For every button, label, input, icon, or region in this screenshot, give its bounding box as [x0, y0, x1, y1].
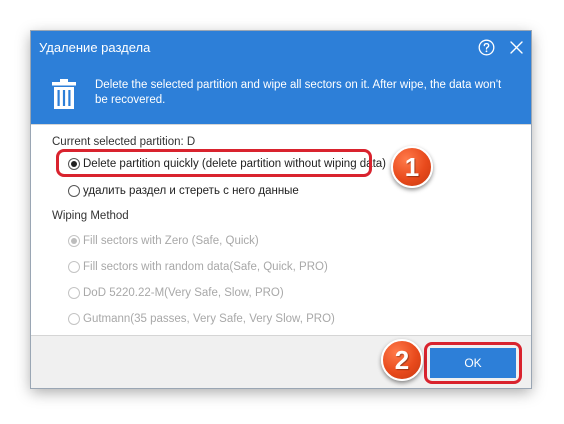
- option-delete-and-wipe[interactable]: удалить раздел и стереть с него данные: [68, 182, 299, 200]
- option-label: Gutmann(35 passes, Very Safe, Very Slow,…: [83, 313, 335, 325]
- radio-button[interactable]: [68, 185, 80, 197]
- option-label: Fill sectors with random data(Safe, Quic…: [83, 261, 328, 273]
- wipe-gutmann-option: Gutmann(35 passes, Very Safe, Very Slow,…: [68, 310, 335, 328]
- divider: [31, 124, 531, 125]
- option-label: Fill sectors with Zero (Safe, Quick): [83, 235, 259, 247]
- radio-button-checked: [68, 235, 80, 247]
- title-bar: Удаление раздела: [31, 31, 531, 64]
- radio-button-checked[interactable]: [68, 158, 80, 170]
- radio-button: [68, 287, 80, 299]
- dialog-title: Удаление раздела: [39, 40, 151, 55]
- radio-button: [68, 313, 80, 325]
- wipe-fill-zero-option: Fill sectors with Zero (Safe, Quick): [68, 232, 259, 250]
- warning-message: Delete the selected partition and wipe a…: [95, 79, 502, 106]
- radio-button: [68, 261, 80, 273]
- delete-partition-dialog: Удаление раздела Delete the selected par…: [31, 31, 531, 388]
- ok-button[interactable]: OK: [430, 348, 516, 378]
- close-icon[interactable]: [509, 40, 524, 55]
- current-partition-label: Current selected partition: D: [52, 136, 196, 148]
- wiping-method-label: Wiping Method: [52, 210, 129, 222]
- trash-icon: [52, 79, 76, 109]
- option-delete-quickly[interactable]: Delete partition quickly (delete partiti…: [68, 155, 386, 173]
- info-banner: Delete the selected partition and wipe a…: [31, 64, 531, 124]
- option-label: Delete partition quickly (delete partiti…: [83, 158, 386, 170]
- wipe-random-data-option: Fill sectors with random data(Safe, Quic…: [68, 258, 328, 276]
- step-1-badge: 1: [391, 146, 433, 188]
- wipe-dod-option: DoD 5220.22-M(Very Safe, Slow, PRO): [68, 284, 284, 302]
- question-circle-icon[interactable]: [478, 39, 495, 56]
- option-label: DoD 5220.22-M(Very Safe, Slow, PRO): [83, 287, 284, 299]
- step-2-badge: 2: [381, 339, 423, 381]
- option-label: удалить раздел и стереть с него данные: [83, 185, 299, 197]
